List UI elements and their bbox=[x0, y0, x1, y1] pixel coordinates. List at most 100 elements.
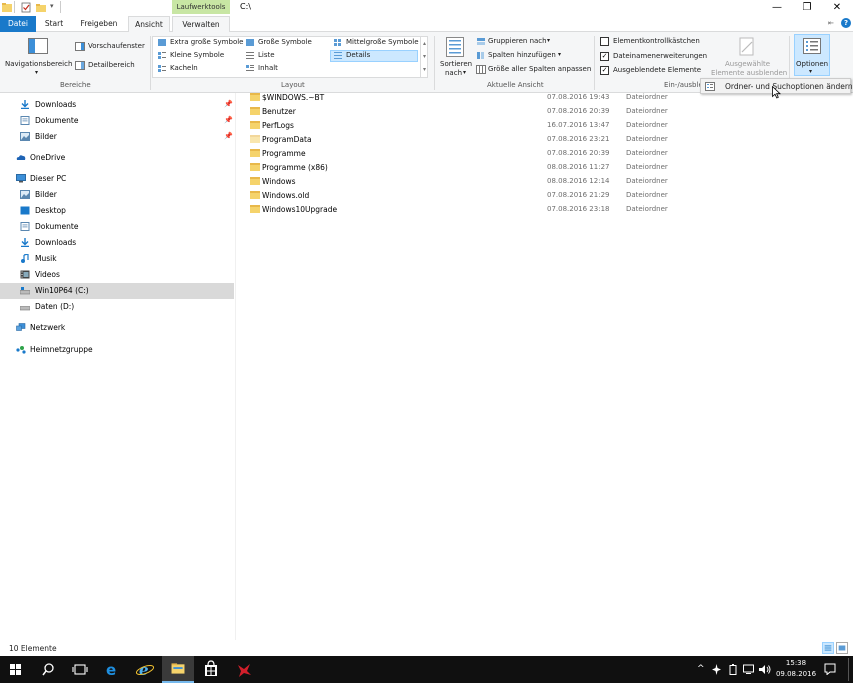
properties-icon[interactable] bbox=[21, 2, 31, 13]
pin-icon[interactable]: 📌 bbox=[224, 100, 233, 108]
tab-ansicht[interactable]: Ansicht bbox=[128, 16, 170, 33]
sidebar-item-desktop[interactable]: Desktop bbox=[0, 203, 234, 219]
table-row[interactable]: Programme (x86) 08.08.2016 11:27 Dateior… bbox=[246, 161, 846, 175]
navigation-pane-icon[interactable] bbox=[28, 38, 48, 54]
ausgewaehlte-button-line1[interactable]: Ausgewählte bbox=[725, 60, 770, 68]
ausgewaehlte-button-line2[interactable]: Elemente ausblenden bbox=[711, 69, 787, 77]
minimize-button[interactable]: — bbox=[762, 0, 792, 16]
store-icon[interactable] bbox=[195, 656, 227, 683]
file-explorer-window: ▾ Laufwerktools C:\ — ❐ ✕ Datei Start Fr… bbox=[0, 0, 853, 683]
file-name: Programme bbox=[262, 149, 306, 158]
ribbon-collapse-icon[interactable]: ⇤ bbox=[828, 19, 834, 27]
optionen-dropdown-icon[interactable]: ▾ bbox=[809, 68, 812, 75]
navigationsbereich-button[interactable]: Navigationsbereich bbox=[5, 60, 72, 68]
sidebar-item-musik[interactable]: Musik bbox=[0, 251, 234, 267]
search-icon[interactable] bbox=[32, 656, 64, 683]
sidebar-item-downloads-quick[interactable]: Downloads 📌 bbox=[0, 97, 234, 113]
group-label-layout: Layout bbox=[281, 81, 305, 89]
spalten-anpassen-button[interactable]: Größe aller Spalten anpassen bbox=[488, 65, 591, 73]
folder-icon bbox=[250, 149, 260, 157]
elementkontrollkaestchen-label: Elementkontrollkästchen bbox=[613, 37, 700, 45]
layout-kacheln[interactable]: Kacheln bbox=[170, 64, 198, 72]
sidebar-item-daten-d[interactable]: Daten (D:) bbox=[0, 299, 234, 315]
ausgeblendete-elemente-checkbox[interactable]: ✓ bbox=[600, 66, 609, 75]
taskbar-clock[interactable]: 15:38 09.08.2016 bbox=[772, 658, 820, 680]
table-row[interactable]: Programme 07.08.2016 20:39 Dateiordner bbox=[246, 147, 846, 161]
sidebar-item-label: Videos bbox=[35, 270, 60, 279]
new-folder-icon[interactable] bbox=[36, 2, 46, 13]
sidebar-item-dokumente-quick[interactable]: Dokumente 📌 bbox=[0, 113, 234, 129]
sidebar-item-downloads[interactable]: Downloads bbox=[0, 235, 234, 251]
group-label-bereiche: Bereiche bbox=[60, 81, 91, 89]
sort-by-icon bbox=[446, 37, 464, 57]
table-row[interactable]: Windows 08.08.2016 12:14 Dateiordner bbox=[246, 175, 846, 189]
layout-details[interactable]: Details bbox=[346, 51, 370, 59]
edge-icon[interactable]: e bbox=[96, 656, 128, 683]
layout-mittelgrosse-symbole[interactable]: Mittelgroße Symbole bbox=[346, 38, 419, 46]
pin-icon[interactable]: 📌 bbox=[224, 132, 233, 140]
drive-icon bbox=[20, 306, 30, 311]
display-tray-icon[interactable] bbox=[743, 664, 754, 675]
layout-kleine-symbole[interactable]: Kleine Symbole bbox=[170, 51, 224, 59]
elementkontrollkaestchen-checkbox[interactable] bbox=[600, 37, 609, 46]
gruppieren-dropdown-icon[interactable]: ▾ bbox=[547, 37, 550, 44]
quick-access-dropdown-icon[interactable]: ▾ bbox=[50, 2, 54, 10]
folder-app-icon[interactable] bbox=[2, 2, 12, 13]
tab-freigeben[interactable]: Freigeben bbox=[74, 16, 124, 32]
spalten-dropdown-icon[interactable]: ▾ bbox=[558, 51, 561, 58]
layout-gallery-scroll[interactable]: ▴ ▾ ▾ bbox=[420, 37, 428, 77]
ribbon-tabs: Datei Start Freigeben Ansicht Verwalten … bbox=[0, 16, 853, 33]
sidebar-item-dieser-pc[interactable]: Dieser PC bbox=[0, 171, 234, 187]
layout-liste[interactable]: Liste bbox=[258, 51, 275, 59]
file-explorer-taskbar-icon[interactable] bbox=[162, 656, 194, 683]
show-desktop-button[interactable] bbox=[848, 658, 849, 681]
details-view-button[interactable] bbox=[822, 642, 834, 654]
windows-start-icon[interactable] bbox=[0, 656, 32, 683]
sidebar-item-dokumente[interactable]: Dokumente bbox=[0, 219, 234, 235]
battery-icon[interactable] bbox=[729, 664, 737, 675]
sidebar-item-videos[interactable]: Videos bbox=[0, 267, 234, 283]
dateinamenerweiterungen-checkbox[interactable]: ✓ bbox=[600, 52, 609, 61]
tab-datei[interactable]: Datei bbox=[0, 16, 36, 32]
table-row[interactable]: $WINDOWS.~BT 07.08.2016 19:43 Dateiordne… bbox=[246, 91, 846, 105]
sidebar-item-win10p64-c[interactable]: Win10P64 (C:) bbox=[0, 283, 234, 299]
network-tray-icon[interactable] bbox=[711, 664, 722, 675]
sidebar-item-bilder-quick[interactable]: Bilder 📌 bbox=[0, 129, 234, 145]
file-date: 16.07.2016 13:47 bbox=[547, 121, 610, 129]
sortieren-button[interactable]: Sortieren bbox=[440, 60, 472, 68]
sidebar-item-netzwerk[interactable]: Netzwerk bbox=[0, 320, 234, 336]
sidebar-item-bilder[interactable]: Bilder bbox=[0, 187, 234, 203]
table-row[interactable]: Windows.old 07.08.2016 21:29 Dateiordner bbox=[246, 189, 846, 203]
gruppieren-nach-button[interactable]: Gruppieren nach bbox=[488, 37, 547, 45]
close-button[interactable]: ✕ bbox=[822, 0, 852, 16]
table-row[interactable]: Benutzer 07.08.2016 20:39 Dateiordner bbox=[246, 105, 846, 119]
app-red-icon[interactable] bbox=[228, 656, 260, 683]
navigationsbereich-dropdown-icon[interactable]: ▾ bbox=[35, 69, 38, 76]
action-center-icon[interactable] bbox=[824, 663, 836, 675]
layout-grosse-symbole[interactable]: Große Symbole bbox=[258, 38, 312, 46]
title-divider bbox=[14, 1, 15, 13]
tray-overflow-icon[interactable]: ^ bbox=[697, 664, 705, 674]
layout-inhalt[interactable]: Inhalt bbox=[258, 64, 278, 72]
volume-icon[interactable] bbox=[759, 664, 771, 675]
large-icons-view-button[interactable] bbox=[836, 642, 848, 654]
tab-verwalten[interactable]: Verwalten bbox=[172, 16, 230, 33]
sidebar-item-heimnetzgruppe[interactable]: Heimnetzgruppe bbox=[0, 342, 234, 358]
detailbereich-button[interactable]: Detailbereich bbox=[88, 61, 135, 69]
navigation-pane[interactable]: Downloads 📌 Dokumente 📌 Bilder 📌 OneDriv… bbox=[0, 93, 236, 640]
sidebar-item-onedrive[interactable]: OneDrive bbox=[0, 150, 234, 166]
layout-extra-grosse-symbole[interactable]: Extra große Symbole bbox=[170, 38, 243, 46]
maximize-button[interactable]: ❐ bbox=[792, 0, 822, 16]
tab-start[interactable]: Start bbox=[36, 16, 72, 32]
ordner-suchoptionen-menu-item[interactable]: Ordner- und Suchoptionen ändern bbox=[725, 82, 853, 91]
pin-icon[interactable]: 📌 bbox=[224, 116, 233, 124]
help-icon[interactable]: ? bbox=[841, 18, 851, 28]
table-row[interactable]: ProgramData 07.08.2016 23:21 Dateiordner bbox=[246, 133, 846, 147]
sortieren-dropdown-icon[interactable]: ▾ bbox=[463, 69, 466, 76]
internet-explorer-icon[interactable]: e bbox=[129, 656, 161, 683]
spalten-hinzufuegen-button[interactable]: Spalten hinzufügen bbox=[488, 51, 556, 59]
vorschaufenster-button[interactable]: Vorschaufenster bbox=[88, 42, 145, 50]
table-row[interactable]: PerfLogs 16.07.2016 13:47 Dateiordner bbox=[246, 119, 846, 133]
task-view-icon[interactable] bbox=[64, 656, 96, 683]
table-row[interactable]: Windows10Upgrade 07.08.2016 23:18 Dateio… bbox=[246, 203, 846, 217]
